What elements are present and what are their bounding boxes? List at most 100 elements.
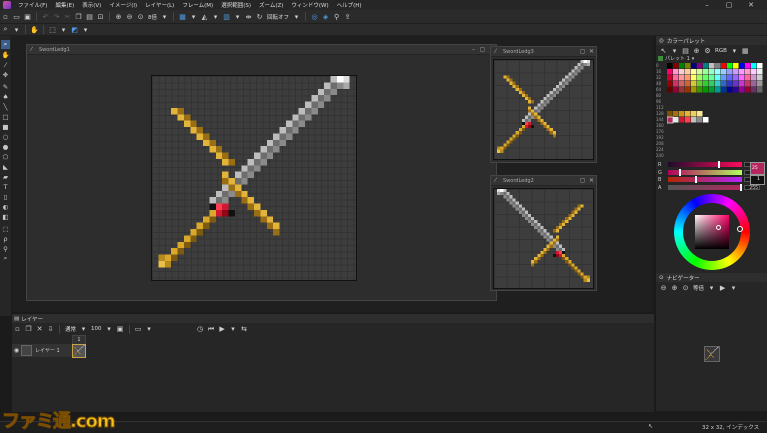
palette-swatch[interactable] (721, 63, 727, 69)
replace-color-icon[interactable]: ◐ (1, 202, 10, 211)
slider-handle[interactable] (718, 161, 720, 168)
zoom-fit-icon[interactable]: ⊙ (136, 12, 145, 21)
zoom-tool-secondary-icon[interactable]: ⌕ (1, 254, 10, 263)
palette-options-icon[interactable]: ▤ (681, 46, 690, 55)
rotation-select[interactable]: 回転オフ (267, 13, 289, 21)
chevron-down-icon[interactable]: ▾ (670, 46, 679, 55)
palette-swatch[interactable] (673, 81, 679, 87)
zoom-out-icon[interactable]: ⊖ (125, 12, 134, 21)
document-window-1[interactable]: ⁄ SwordLedg1 – ▢ ✕ (26, 44, 497, 301)
palette-swatch[interactable] (733, 75, 739, 81)
frame-add-icon[interactable]: ▭ (134, 325, 143, 334)
open-file-icon[interactable]: ▭ (12, 12, 21, 21)
palette-swatch[interactable] (667, 75, 673, 81)
palette-swatch[interactable] (727, 69, 733, 75)
navigator-zoom-select[interactable]: 等倍 (693, 284, 704, 292)
maximize-button[interactable]: ▢ (718, 0, 740, 10)
palette-grid-icon[interactable]: ▦ (741, 46, 750, 55)
grid-icon[interactable]: ▦ (178, 12, 187, 21)
palette-swatch[interactable] (685, 117, 691, 123)
palette-swatch[interactable] (709, 63, 715, 69)
palette-swatch[interactable] (715, 87, 721, 93)
palette-swatch[interactable] (691, 63, 697, 69)
navigator-thumbnail[interactable] (704, 346, 720, 362)
zoom-reset-icon[interactable]: ⊙ (681, 283, 690, 292)
palette-swatch[interactable] (739, 63, 745, 69)
save-icon[interactable]: ▣ (23, 12, 32, 21)
palette-swatch[interactable] (697, 87, 703, 93)
palette-swatch[interactable] (757, 87, 763, 93)
hand-tool-icon[interactable]: ✋ (1, 50, 10, 59)
slider-r[interactable] (668, 162, 742, 167)
palette-swatch[interactable] (697, 63, 703, 69)
palette-swatch[interactable] (751, 63, 757, 69)
layer-opacity-input[interactable]: 100 (91, 326, 102, 332)
pixel-grid-icon[interactable]: ▥ (222, 12, 231, 21)
menu-view[interactable]: 表示(V) (78, 1, 105, 9)
palette-swatch[interactable] (751, 69, 757, 75)
slider-handle[interactable] (695, 176, 697, 183)
duplicate-layer-icon[interactable]: ❐ (24, 325, 33, 334)
document-window-3[interactable]: ⁄ SwordLedg3 ▢ ✕ (490, 46, 597, 163)
palette-swatch[interactable] (727, 63, 733, 69)
palette-swatch[interactable] (679, 81, 685, 87)
palette-swatch[interactable] (733, 63, 739, 69)
text-tool-icon[interactable]: T (1, 182, 10, 191)
palette-swatch[interactable] (679, 69, 685, 75)
cut-icon[interactable]: ✂ (63, 12, 72, 21)
menu-frame[interactable]: フレーム(M) (178, 1, 217, 9)
line-tool-icon[interactable]: ╲ (1, 102, 10, 111)
chevron-down-icon[interactable]: ▾ (145, 325, 154, 334)
palette-swatch[interactable] (751, 81, 757, 87)
palette-swatch[interactable] (691, 81, 697, 87)
palette-swatch[interactable] (709, 87, 715, 93)
mirror-icon[interactable]: ⇹ (244, 12, 253, 21)
palette-swatch[interactable] (757, 63, 763, 69)
palette-swatch[interactable] (667, 81, 673, 87)
marquee-icon[interactable]: ⬚ (1, 224, 10, 233)
palette-swatch[interactable] (751, 87, 757, 93)
palette-swatch[interactable] (721, 81, 727, 87)
palette-swatch[interactable] (733, 81, 739, 87)
redo-icon[interactable]: ↷ (52, 12, 61, 21)
document-titlebar[interactable]: ⁄ SwordLedg1 – ▢ ✕ (27, 45, 496, 55)
doc-close-button[interactable]: ✕ (587, 48, 596, 55)
palette-edit-icon[interactable]: ⚙ (703, 46, 712, 55)
zoom-tool-icon[interactable]: ⌕ (1, 40, 10, 49)
palette-swatch[interactable] (721, 87, 727, 93)
pixel-canvas[interactable] (151, 75, 357, 281)
palette-swatch[interactable] (727, 75, 733, 81)
chevron-down-icon[interactable]: ▾ (79, 325, 88, 334)
chevron-down-icon[interactable]: ▾ (729, 283, 738, 292)
palette-swatch[interactable] (673, 111, 679, 117)
clock-icon[interactable]: ◷ (196, 325, 205, 334)
document-window-2[interactable]: ⁄ SwordLedg2 ▢ ✕ (490, 175, 597, 291)
palette-swatch[interactable] (745, 69, 751, 75)
palette-add-icon[interactable]: ⊕ (692, 46, 701, 55)
palette-swatch[interactable] (721, 69, 727, 75)
palette-swatch[interactable] (667, 63, 673, 69)
current-color-swatch[interactable]: 25 (750, 162, 765, 175)
rotate-icon[interactable]: ↻ (255, 12, 264, 21)
chevron-down-icon[interactable]: ▾ (81, 25, 90, 34)
chevron-down-icon[interactable]: ▾ (59, 25, 68, 34)
lock-icon[interactable]: ▣ (116, 325, 125, 334)
palette-swatch[interactable] (739, 87, 745, 93)
palette-swatch[interactable] (673, 87, 679, 93)
zoom-in-icon[interactable]: ⊕ (114, 12, 123, 21)
palette-swatch[interactable] (703, 87, 709, 93)
menu-layer[interactable]: レイヤー(L) (141, 1, 178, 9)
palette-swatch[interactable] (703, 81, 709, 87)
menu-help[interactable]: ヘルプ(H) (333, 1, 366, 9)
palette-swatch[interactable] (745, 87, 751, 93)
rectangle-fill-icon[interactable]: ■ (1, 122, 10, 131)
pixel-canvas[interactable] (493, 188, 594, 289)
minimize-button[interactable]: – (696, 0, 718, 10)
zoom-out-icon[interactable]: ⊖ (659, 283, 668, 292)
blend-mode-select[interactable]: 通常 (65, 325, 76, 333)
palette-swatch[interactable] (703, 63, 709, 69)
palette-swatch[interactable] (697, 117, 703, 123)
pixel-canvas[interactable] (493, 59, 594, 160)
animation-icon[interactable]: ◈ (321, 12, 330, 21)
undo-icon[interactable]: ↶ (41, 12, 50, 21)
